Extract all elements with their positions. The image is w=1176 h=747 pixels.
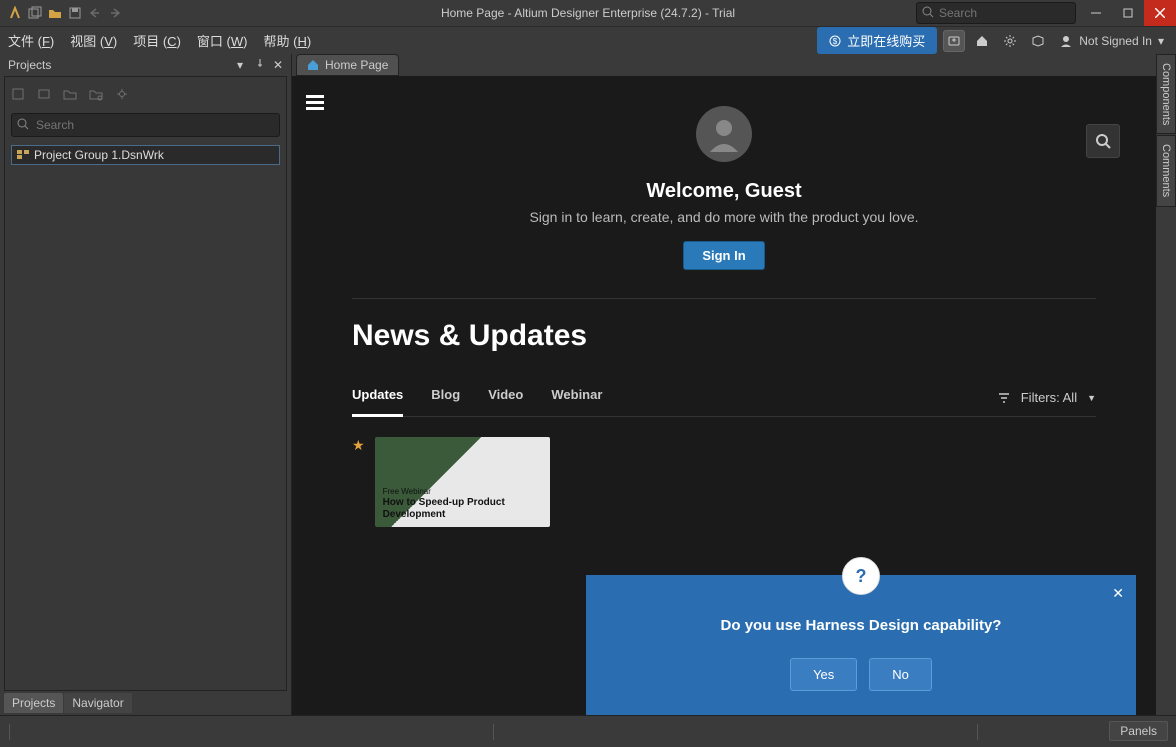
top-search-input[interactable] bbox=[916, 2, 1076, 24]
save-all-icon[interactable] bbox=[28, 6, 42, 20]
tab-webinar[interactable]: Webinar bbox=[551, 379, 602, 416]
window-title: Home Page - Altium Designer Enterprise (… bbox=[441, 6, 735, 20]
save-icon[interactable] bbox=[11, 87, 29, 105]
compile-icon[interactable] bbox=[37, 87, 55, 105]
welcome-title: Welcome, Guest bbox=[352, 180, 1096, 203]
chevron-down-icon: ▾ bbox=[1158, 34, 1164, 48]
project-icon bbox=[16, 149, 30, 161]
buy-label: 立即在线购买 bbox=[847, 31, 925, 50]
status-bar: Panels bbox=[0, 715, 1176, 747]
popup-no-button[interactable]: No bbox=[869, 658, 932, 691]
dollar-icon: $ bbox=[829, 35, 841, 47]
panel-menu-icon[interactable]: ▾ bbox=[237, 58, 251, 72]
survey-popup: ? ✕ Do you use Harness Design capability… bbox=[586, 537, 1136, 715]
filters-dropdown[interactable]: Filters: All ▼ bbox=[997, 390, 1096, 405]
sign-in-status[interactable]: Not Signed In ▾ bbox=[1055, 32, 1168, 50]
tab-label: Home Page bbox=[325, 58, 388, 72]
project-group-item[interactable]: Project Group 1.DsnWrk bbox=[11, 145, 280, 165]
card-overline: Free Webinar bbox=[383, 487, 550, 497]
popup-yes-button[interactable]: Yes bbox=[790, 658, 857, 691]
star-icon: ★ bbox=[352, 437, 365, 527]
panel-title: Projects bbox=[4, 58, 51, 72]
sign-in-label: Not Signed In bbox=[1079, 34, 1152, 48]
projects-panel: Projects ▾ ✕ Project Group 1.DsnWrk bbox=[0, 54, 292, 715]
tab-navigator[interactable]: Navigator bbox=[64, 693, 131, 713]
gear-icon[interactable] bbox=[999, 30, 1021, 52]
menu-w[interactable]: 窗口 (W) bbox=[197, 31, 248, 50]
home-icon bbox=[307, 59, 319, 71]
card-title: How to Speed-up Product Development bbox=[383, 497, 550, 521]
welcome-subtitle: Sign in to learn, create, and do more wi… bbox=[352, 209, 1096, 225]
chevron-down-icon: ▼ bbox=[1087, 393, 1096, 403]
question-icon: ? bbox=[842, 557, 880, 595]
sign-in-button[interactable]: Sign In bbox=[683, 241, 764, 270]
notes-icon[interactable] bbox=[943, 30, 965, 52]
tab-updates[interactable]: Updates bbox=[352, 379, 403, 417]
hamburger-icon[interactable] bbox=[306, 92, 324, 113]
close-button[interactable] bbox=[1144, 0, 1176, 26]
project-item-label: Project Group 1.DsnWrk bbox=[34, 148, 164, 162]
menu-c[interactable]: 项目 (C) bbox=[133, 31, 181, 50]
top-search[interactable] bbox=[916, 2, 1076, 24]
news-title: News & Updates bbox=[352, 319, 1096, 353]
title-bar: Home Page - Altium Designer Enterprise (… bbox=[0, 0, 1176, 26]
plugin-icon[interactable] bbox=[1027, 30, 1049, 52]
side-tab-components[interactable]: Components bbox=[1156, 54, 1176, 134]
news-card-thumbnail[interactable]: Free Webinar How to Speed-up Product Dev… bbox=[375, 437, 550, 527]
open-folder-icon[interactable] bbox=[48, 6, 62, 20]
tab-video[interactable]: Video bbox=[488, 379, 523, 416]
menu-h[interactable]: 帮助 (H) bbox=[263, 31, 311, 50]
popup-close-icon[interactable]: ✕ bbox=[1112, 585, 1124, 602]
popup-question: Do you use Harness Design capability? bbox=[610, 617, 1112, 634]
filters-label: Filters: All bbox=[1021, 390, 1077, 405]
panels-button[interactable]: Panels bbox=[1109, 721, 1168, 741]
undo-icon[interactable] bbox=[88, 6, 102, 20]
tab-blog[interactable]: Blog bbox=[431, 379, 460, 416]
redo-icon[interactable] bbox=[108, 6, 122, 20]
pin-icon[interactable] bbox=[255, 58, 269, 72]
tab-projects[interactable]: Projects bbox=[4, 693, 63, 713]
home-icon[interactable] bbox=[971, 30, 993, 52]
search-icon bbox=[922, 6, 934, 18]
folder-icon[interactable] bbox=[63, 87, 81, 105]
side-tab-comments[interactable]: Comments bbox=[1156, 135, 1176, 206]
menu-f[interactable]: 文件 (F) bbox=[8, 31, 54, 50]
project-search-input[interactable] bbox=[11, 113, 280, 137]
menu-v[interactable]: 视图 (V) bbox=[70, 31, 117, 50]
save-icon[interactable] bbox=[68, 6, 82, 20]
gear-icon[interactable] bbox=[115, 87, 133, 105]
user-icon bbox=[1059, 34, 1073, 48]
filter-icon bbox=[997, 391, 1011, 405]
divider bbox=[352, 298, 1096, 299]
buy-online-button[interactable]: $ 立即在线购买 bbox=[817, 27, 937, 54]
menu-bar: 文件 (F)视图 (V)项目 (C)窗口 (W)帮助 (H) $ 立即在线购买 … bbox=[0, 26, 1176, 54]
app-logo-icon bbox=[8, 6, 22, 20]
avatar bbox=[696, 106, 752, 162]
tab-home-page[interactable]: Home Page bbox=[296, 54, 399, 76]
svg-text:$: $ bbox=[833, 37, 838, 46]
close-panel-icon[interactable]: ✕ bbox=[273, 58, 287, 72]
folder-settings-icon[interactable] bbox=[89, 87, 107, 105]
home-page: Welcome, Guest Sign in to learn, create,… bbox=[292, 76, 1156, 715]
maximize-button[interactable] bbox=[1112, 0, 1144, 26]
home-search-button[interactable] bbox=[1086, 124, 1120, 158]
search-icon bbox=[17, 118, 29, 130]
minimize-button[interactable] bbox=[1080, 0, 1112, 26]
